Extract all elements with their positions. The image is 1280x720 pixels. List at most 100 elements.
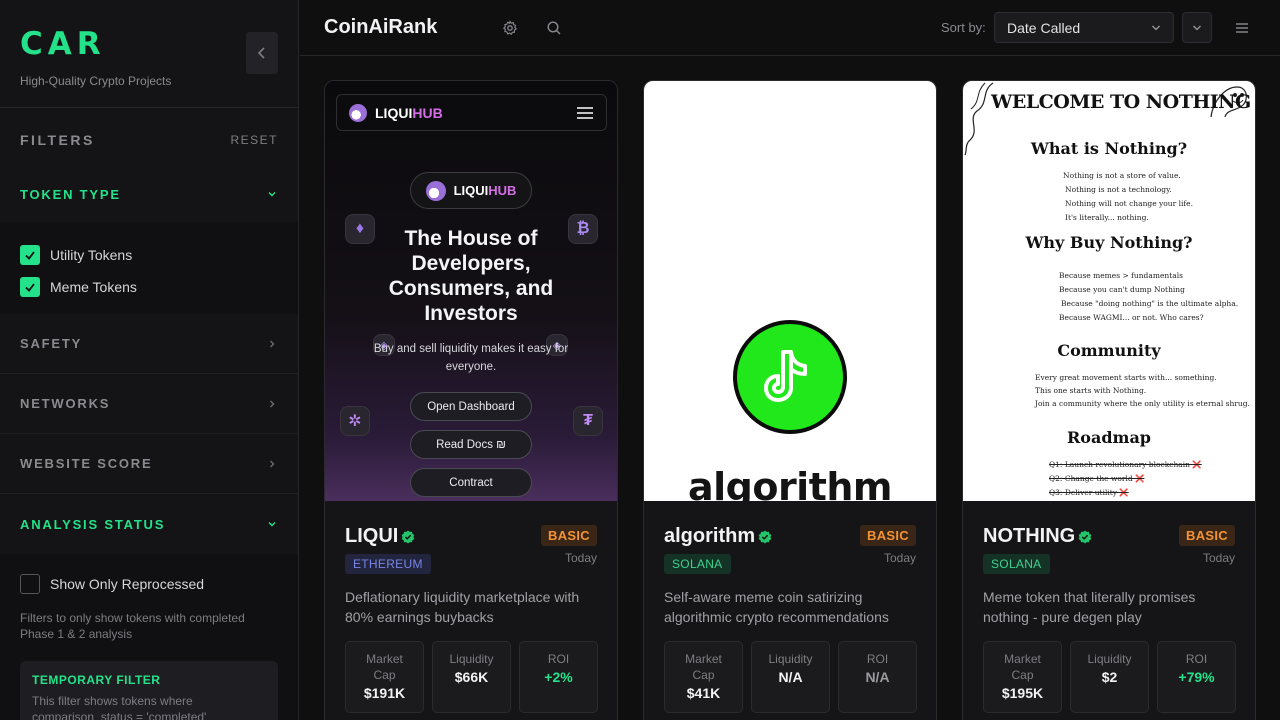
preview-line: This one starts with Nothing.: [1035, 386, 1147, 395]
preview-line: Because WAGMI... or not. Who cares?: [1059, 313, 1204, 322]
temporary-filter-title: TEMPORARY FILTER: [32, 673, 161, 687]
tier-badge: BASIC: [860, 525, 916, 546]
utility-checkbox[interactable]: [20, 245, 40, 265]
preview-logo-pill: LIQUI HUB: [410, 172, 532, 209]
token-stats: Market Cap $195K Liquidity $2 ROI +79%: [983, 641, 1236, 713]
section-token-type[interactable]: TOKEN TYPE: [0, 166, 298, 222]
token-type-options: Utility Tokens Meme Tokens: [0, 222, 298, 314]
stat-label: ROI: [1185, 652, 1208, 666]
preview-line: Q1: Launch revolutionary blockchain ❌: [1049, 460, 1202, 469]
settings-gear-icon[interactable]: [500, 18, 520, 38]
token-description: Deflationary liquidity marketplace with …: [345, 589, 580, 625]
top-bar: CoinAiRank Sort by: Date Called: [300, 0, 1280, 56]
search-icon[interactable]: [544, 18, 564, 38]
token-card[interactable]: LIQUI HUB LIQUI HUB ♦ ₿ ◈ ◈ ✲ ₮ The House …: [324, 80, 618, 720]
meme-checkbox[interactable]: [20, 277, 40, 297]
stat-label: ROI: [547, 652, 570, 666]
token-name-text: LIQUI: [345, 525, 399, 547]
section-analysis-status[interactable]: ANALYSIS STATUS: [0, 494, 298, 554]
preview-line: Because "doing nothing" is the ultimate …: [1061, 299, 1239, 308]
analysis-status-options: Show Only Reprocessed Filters to only sh…: [0, 554, 298, 720]
menu-button[interactable]: [1232, 18, 1252, 38]
checkbox-row-meme[interactable]: Meme Tokens: [20, 271, 278, 303]
preview-line: Q3: Deliver utility ❌: [1049, 488, 1129, 497]
network-badge: SOLANA: [983, 554, 1050, 574]
tier-badge: BASIC: [1179, 525, 1235, 546]
stat-label: Market Cap: [366, 652, 403, 682]
verified-badge-icon: [1078, 530, 1092, 543]
preview-line: Because you can't dump Nothing: [1059, 285, 1185, 294]
stat-market-cap: Market Cap $191K: [345, 641, 424, 713]
preview-headline: The House of Developers, Consumers, and …: [388, 227, 554, 325]
checkbox-row-utility[interactable]: Utility Tokens: [20, 239, 278, 271]
stat-label: ROI: [866, 652, 889, 666]
section-safety[interactable]: SAFETY: [0, 314, 298, 374]
preview-open-dashboard-button: Open Dashboard: [410, 392, 532, 421]
collapse-sidebar-button[interactable]: [246, 32, 278, 74]
preview-read-docs-button: Read Docs ₪: [410, 430, 532, 459]
preview-contract-button: Contract: [410, 468, 532, 497]
stat-value: N/A: [865, 669, 890, 685]
preview-line: Q2: Change the world ❌: [1049, 474, 1145, 483]
preview-line: Because memes > fundamentals: [1059, 271, 1183, 280]
preview-heading: What is Nothing?: [1030, 139, 1188, 158]
tiktok-logo-icon: [733, 320, 847, 434]
stat-label: Liquidity: [1087, 652, 1132, 666]
section-token-type-label: TOKEN TYPE: [20, 186, 121, 202]
tether-coin-icon: ₮: [573, 406, 603, 436]
stat-value: $195K: [1001, 685, 1044, 701]
token-stats: Market Cap $41K Liquidity N/A ROI N/A: [664, 641, 917, 713]
token-stats: Market Cap $191K Liquidity $66K ROI +2%: [345, 641, 598, 713]
token-card[interactable]: algorithm algorithm BASIC Today SOLANA S…: [643, 80, 937, 720]
stat-value: $2: [1101, 669, 1118, 685]
liquihub-logo-icon: [349, 104, 367, 122]
network-badge: ETHEREUM: [345, 554, 431, 574]
reprocessed-checkbox[interactable]: [20, 574, 40, 594]
token-name-text: NOTHING: [983, 525, 1076, 547]
preview-heading: Roadmap: [1066, 428, 1151, 447]
website-preview: algorithm: [644, 81, 936, 501]
token-name[interactable]: NOTHING: [983, 525, 1092, 548]
sort-order-button[interactable]: [1182, 12, 1212, 43]
section-analysis-status-label: ANALYSIS STATUS: [20, 516, 166, 532]
stat-label: Market Cap: [1004, 652, 1041, 682]
check-icon: [25, 251, 35, 260]
reprocessed-label: Show Only Reprocessed: [50, 576, 205, 592]
logo-text-pink: HUB: [412, 105, 443, 121]
logo-text-pink: HUB: [488, 183, 517, 198]
chevron-right-icon: [266, 338, 278, 350]
liquihub-logo-icon: [425, 180, 446, 201]
filters-title: FILTERS: [20, 132, 95, 148]
section-networks-label: NETWORKS: [20, 396, 111, 411]
stat-roi: ROI +2%: [519, 641, 598, 713]
verified-badge-icon: [402, 530, 415, 543]
token-name[interactable]: LIQUI: [345, 525, 415, 548]
xrp-coin-icon: ✲: [340, 406, 370, 436]
sort-by-label: Sort by:: [941, 20, 986, 35]
stat-value: N/A: [778, 669, 803, 685]
chevron-down-icon: [1193, 25, 1201, 30]
preview-line: Nothing is not a technology.: [1065, 185, 1172, 194]
preview-subtext: Buy and sell liquidity makes it easy for…: [373, 343, 569, 373]
section-networks[interactable]: NETWORKS: [0, 374, 298, 434]
hamburger-menu-icon: [1236, 23, 1248, 33]
temporary-filter-box: TEMPORARY FILTER This filter shows token…: [20, 661, 278, 720]
sidebar: CAR High-Quality Crypto Projects FILTERS…: [0, 0, 299, 720]
checkbox-row-reprocessed[interactable]: Show Only Reprocessed: [20, 568, 278, 600]
stat-value: $41K: [686, 685, 721, 701]
logo-text-white: LIQUI: [453, 183, 489, 198]
website-preview: LIQUI HUB LIQUI HUB ♦ ₿ ◈ ◈ ✲ ₮ The House …: [325, 81, 617, 501]
tier-badge: BASIC: [541, 525, 597, 546]
token-card[interactable]: WELCOME TO NOTHING What is Nothing? Noth…: [962, 80, 1256, 720]
check-icon: [25, 283, 35, 292]
sort-select[interactable]: Date Called: [994, 12, 1174, 43]
token-name[interactable]: algorithm: [664, 525, 772, 548]
date-called: Today: [883, 551, 916, 565]
preview-line: Every great movement starts with... some…: [1035, 373, 1217, 382]
section-safety-label: SAFETY: [20, 336, 83, 351]
section-website-score[interactable]: WEBSITE SCORE: [0, 434, 298, 494]
stat-value: +79%: [1178, 669, 1215, 685]
reset-filters-button[interactable]: RESET: [230, 133, 278, 147]
preview-logo: LIQUI HUB: [349, 104, 443, 122]
filters-header: FILTERS RESET: [0, 110, 298, 170]
